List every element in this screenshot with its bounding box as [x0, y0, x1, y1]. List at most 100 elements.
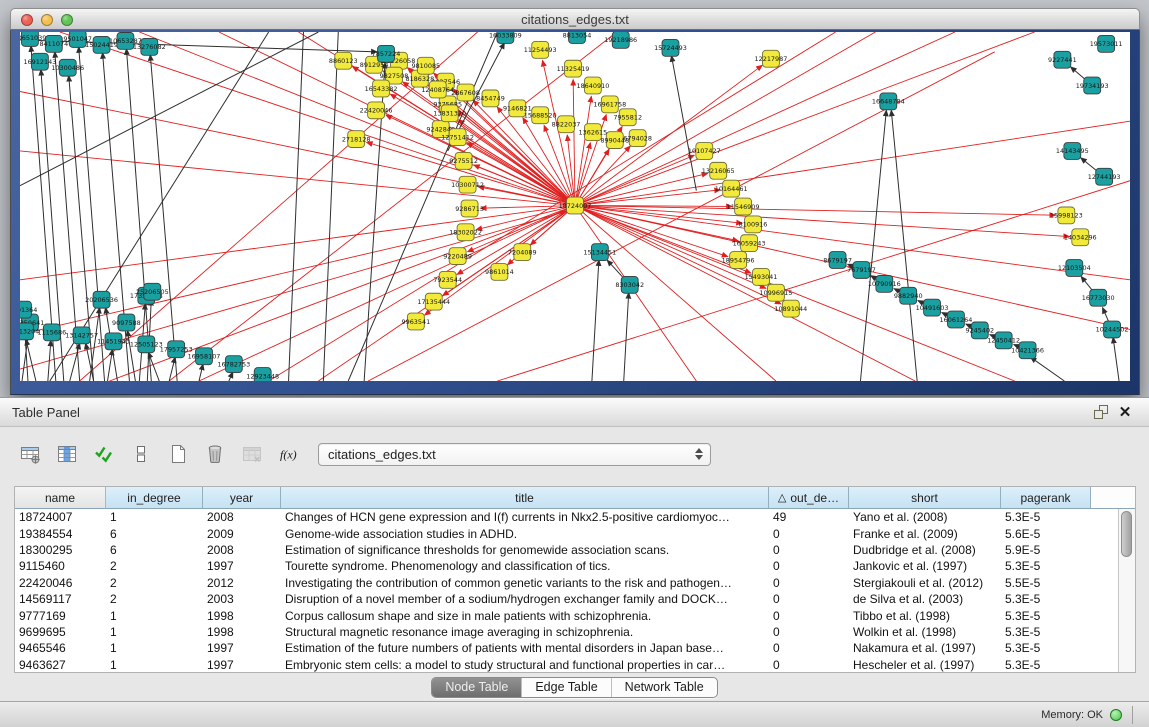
table-row[interactable]: 911546021997Tourette syndrome. Phenomeno… — [15, 558, 1118, 574]
cell-pagerank[interactable]: 5.3E-5 — [1001, 609, 1091, 623]
function-builder-button[interactable]: f(x) — [273, 439, 304, 470]
table-row[interactable]: 946554611997Estimation of the future num… — [15, 640, 1118, 656]
cell-year[interactable]: 2012 — [203, 576, 281, 590]
cell-short[interactable]: Tibbo et al. (1998) — [849, 609, 1001, 623]
table-row[interactable]: 1872400712008Changes of HCN gene express… — [15, 509, 1118, 525]
cell-outde[interactable]: 0 — [769, 527, 849, 541]
cell-indegree[interactable]: 1 — [106, 641, 203, 655]
column-header-outde[interactable]: △out_de… — [769, 487, 849, 509]
window-titlebar[interactable]: citations_edges.txt — [10, 8, 1140, 30]
vertical-scrollbar[interactable] — [1118, 509, 1135, 672]
cell-name[interactable]: 9777169 — [15, 609, 106, 623]
column-header-title[interactable]: title — [281, 487, 769, 509]
cell-outde[interactable]: 0 — [769, 641, 849, 655]
cell-pagerank[interactable]: 5.3E-5 — [1001, 559, 1091, 573]
table-row[interactable]: 2242004622012Investigating the contribut… — [15, 575, 1118, 591]
cell-name[interactable]: 19384554 — [15, 527, 106, 541]
graph-edge[interactable] — [891, 110, 917, 381]
graph-edge[interactable] — [199, 364, 203, 381]
cell-title[interactable]: Corpus callosum shape and size in male p… — [281, 609, 769, 623]
table-row[interactable]: 969969511998Structural magnetic resonanc… — [15, 624, 1118, 640]
graph-edge[interactable] — [367, 142, 575, 205]
graph-edge[interactable] — [592, 260, 599, 381]
cell-short[interactable]: Dudbridge et al. (2008) — [849, 543, 1001, 557]
cell-pagerank[interactable]: 5.3E-5 — [1001, 592, 1091, 606]
cell-outde[interactable]: 0 — [769, 592, 849, 606]
graph-edge[interactable] — [624, 293, 629, 381]
graph-edge[interactable] — [289, 32, 304, 381]
cell-outde[interactable]: 49 — [769, 510, 849, 524]
cell-year[interactable]: 1998 — [203, 625, 281, 639]
cell-name[interactable]: 14569117 — [15, 592, 106, 606]
select-all-columns-button[interactable] — [88, 439, 119, 470]
show-columns-button[interactable] — [51, 439, 82, 470]
tab-node-table[interactable]: Node Table — [432, 678, 521, 697]
cell-pagerank[interactable]: 5.9E-5 — [1001, 543, 1091, 557]
cell-indegree[interactable]: 2 — [106, 592, 203, 606]
graph-edge[interactable] — [103, 53, 130, 381]
cell-name[interactable]: 9463627 — [15, 658, 106, 672]
cell-short[interactable]: Franke et al. (2009) — [849, 527, 1001, 541]
cell-outde[interactable]: 0 — [769, 543, 849, 557]
hide-columns-button[interactable] — [125, 439, 156, 470]
table-row[interactable]: 1830029562008Estimation of significance … — [15, 542, 1118, 558]
graph-edge[interactable] — [20, 230, 468, 334]
cell-indegree[interactable]: 2 — [106, 576, 203, 590]
cell-short[interactable]: Nakamura et al. (1997) — [849, 641, 1001, 655]
cell-indegree[interactable]: 6 — [106, 527, 203, 541]
graph-edge[interactable] — [575, 121, 1130, 205]
close-panel-button[interactable]: ✕ — [1113, 402, 1137, 422]
column-header-short[interactable]: short — [849, 487, 1001, 509]
graph-edge[interactable] — [860, 110, 886, 381]
graph-edge[interactable] — [575, 96, 591, 205]
zoom-button[interactable] — [61, 14, 73, 26]
graph-edge[interactable] — [573, 80, 575, 206]
cell-indegree[interactable]: 1 — [106, 658, 203, 672]
graph-edge[interactable] — [229, 372, 233, 381]
cell-short[interactable]: Wolkin et al. (1998) — [849, 625, 1001, 639]
cell-pagerank[interactable]: 5.6E-5 — [1001, 527, 1091, 541]
graph-edge[interactable] — [60, 32, 575, 206]
cell-title[interactable]: Structural magnetic resonance image aver… — [281, 625, 769, 639]
network-select[interactable]: citations_edges.txt — [318, 443, 711, 466]
table-row[interactable]: 946362711997Embryonic stem cells: a mode… — [15, 657, 1118, 672]
cell-short[interactable]: de Silva et al. (2003) — [849, 592, 1001, 606]
cell-name[interactable]: 9115460 — [15, 559, 106, 573]
cell-short[interactable]: Jankovic et al. (1997) — [849, 559, 1001, 573]
create-column-button[interactable] — [162, 439, 193, 470]
table-row[interactable]: 977716911998Corpus callosum shape and si… — [15, 607, 1118, 623]
graph-edge[interactable] — [318, 206, 575, 381]
cell-pagerank[interactable]: 5.3E-5 — [1001, 658, 1091, 672]
cell-title[interactable]: Embryonic stem cells: a model to study s… — [281, 658, 769, 672]
graph-edge[interactable] — [575, 32, 1035, 206]
tab-edge-table[interactable]: Edge Table — [521, 678, 610, 697]
cell-name[interactable]: 18724007 — [15, 510, 106, 524]
graph-edge[interactable] — [575, 173, 708, 205]
table-row[interactable]: 1938455462009Genome-wide association stu… — [15, 525, 1118, 541]
cell-name[interactable]: 22420046 — [15, 576, 106, 590]
cell-outde[interactable]: 0 — [769, 625, 849, 639]
cell-title[interactable]: Disruption of a novel member of a sodium… — [281, 592, 769, 606]
cell-year[interactable]: 1997 — [203, 559, 281, 573]
cell-year[interactable]: 2008 — [203, 510, 281, 524]
cell-indegree[interactable]: 1 — [106, 625, 203, 639]
cell-indegree[interactable]: 2 — [106, 559, 203, 573]
cell-indegree[interactable]: 1 — [106, 510, 203, 524]
cell-outde[interactable]: 0 — [769, 559, 849, 573]
cell-title[interactable]: Tourette syndrome. Phenomenology and cla… — [281, 559, 769, 573]
column-header-indegree[interactable]: in_degree — [106, 487, 203, 509]
tab-network-table[interactable]: Network Table — [611, 678, 717, 697]
cell-pagerank[interactable]: 5.3E-5 — [1001, 510, 1091, 524]
cell-short[interactable]: Hescheler et al. (1997) — [849, 658, 1001, 672]
cell-title[interactable]: Changes of HCN gene expression and I(f) … — [281, 510, 769, 524]
graph-edge[interactable] — [20, 32, 318, 186]
cell-outde[interactable]: 0 — [769, 658, 849, 672]
column-header-pagerank[interactable]: pagerank — [1001, 487, 1091, 509]
float-panel-button[interactable] — [1089, 402, 1113, 422]
cell-year[interactable]: 2008 — [203, 543, 281, 557]
cell-pagerank[interactable]: 5.5E-5 — [1001, 576, 1091, 590]
cell-name[interactable]: 18300295 — [15, 543, 106, 557]
table-mode-button[interactable] — [14, 439, 45, 470]
cell-title[interactable]: Estimation of the future numbers of pati… — [281, 641, 769, 655]
column-header-name[interactable]: name — [15, 487, 106, 509]
